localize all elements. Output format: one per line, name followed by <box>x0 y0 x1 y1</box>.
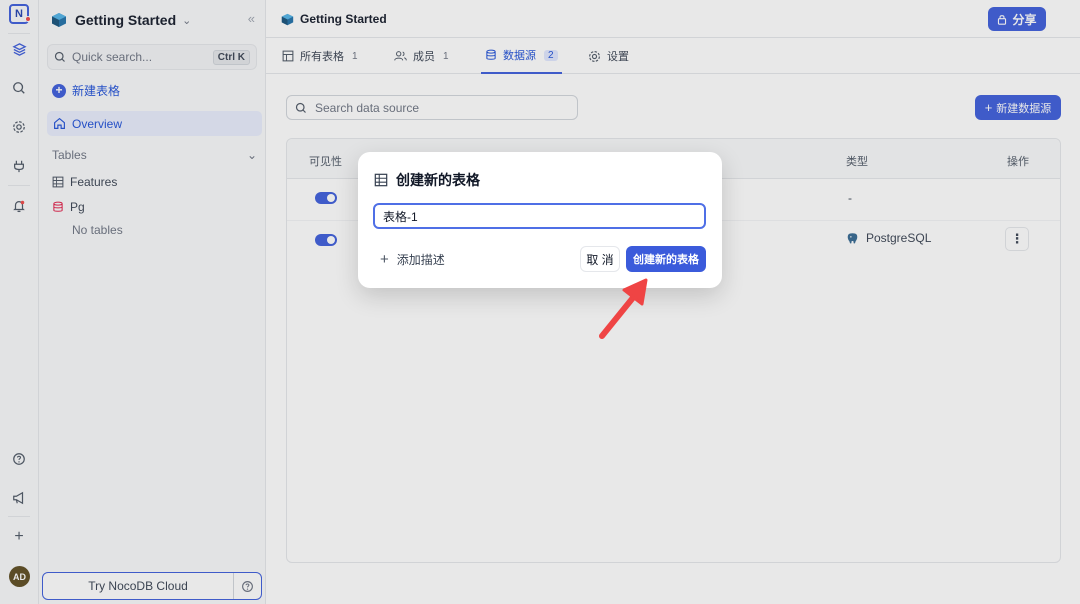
cancel-button[interactable]: 取 消 <box>580 246 620 272</box>
create-table-button[interactable]: 创建新的表格 <box>626 246 706 272</box>
create-table-dialog: 创建新的表格 + 添加描述 取 消 创建新的表格 <box>358 152 722 288</box>
annotation-arrow-icon <box>599 278 648 339</box>
dialog-title: 创建新的表格 <box>374 170 480 190</box>
table-icon <box>374 173 388 187</box>
add-description-label: 添加描述 <box>396 253 445 267</box>
table-name-input[interactable] <box>373 203 706 229</box>
add-description-button[interactable]: + 添加描述 <box>380 251 445 268</box>
modal-backdrop[interactable] <box>0 0 1080 604</box>
dialog-title-label: 创建新的表格 <box>396 172 480 188</box>
plus-icon: + <box>380 251 389 268</box>
